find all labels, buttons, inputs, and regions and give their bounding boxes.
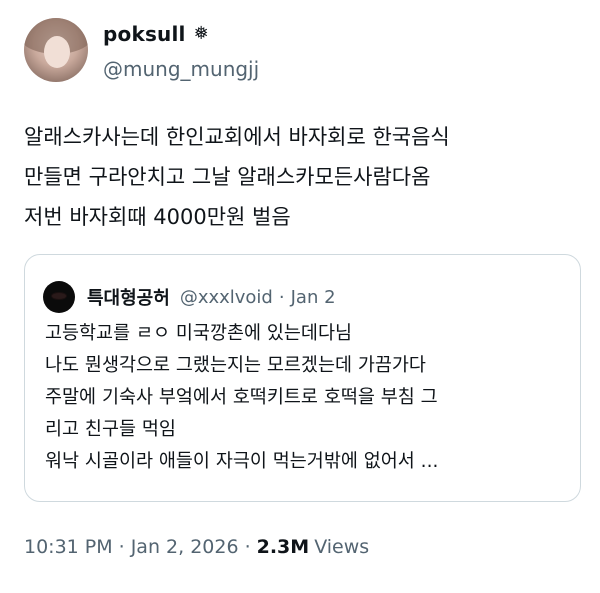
views-label: Views [314, 536, 370, 558]
author-avatar[interactable] [24, 18, 88, 82]
tweet-time[interactable]: 10:31 PM [24, 536, 113, 558]
quoted-date[interactable]: Jan 2 [291, 287, 336, 308]
quoted-tweet[interactable]: 특대형공허 @xxxlvoid · Jan 2 고등학교를 ㄹㅇ 미국깡촌에 있… [24, 254, 581, 502]
author-handle[interactable]: @mung_mungjj [103, 57, 259, 81]
quoted-author-display-name[interactable]: 특대형공허 [87, 284, 170, 310]
avatar-face [44, 36, 70, 68]
meta-separator: · [118, 536, 125, 558]
snowflake-icon: ❅ [193, 23, 209, 44]
author-name-row: poksull ❅ [103, 22, 209, 46]
meta-separator: · [244, 536, 251, 558]
author-display-name[interactable]: poksull [103, 22, 186, 46]
quoted-tweet-header: 특대형공허 @xxxlvoid · Jan 2 [43, 281, 336, 313]
quoted-author-avatar[interactable] [43, 281, 75, 313]
tweet-text: 알래스카사는데 한인교회에서 바자회로 한국음식 만들면 구라안치고 그날 알래… [24, 125, 450, 229]
tweet-date[interactable]: Jan 2, 2026 [131, 536, 239, 558]
quoted-separator: · [278, 286, 285, 308]
quoted-tweet-text: 고등학교를 ㄹㅇ 미국깡촌에 있는데다님 나도 뭔생각으로 그랬는지는 모르겠는… [45, 323, 439, 472]
quoted-author-handle[interactable]: @xxxlvoid [180, 287, 273, 308]
views-count: 2.3M [256, 536, 310, 558]
tweet-meta: 10:31 PM · Jan 2, 2026 · 2.3M Views [24, 536, 369, 558]
